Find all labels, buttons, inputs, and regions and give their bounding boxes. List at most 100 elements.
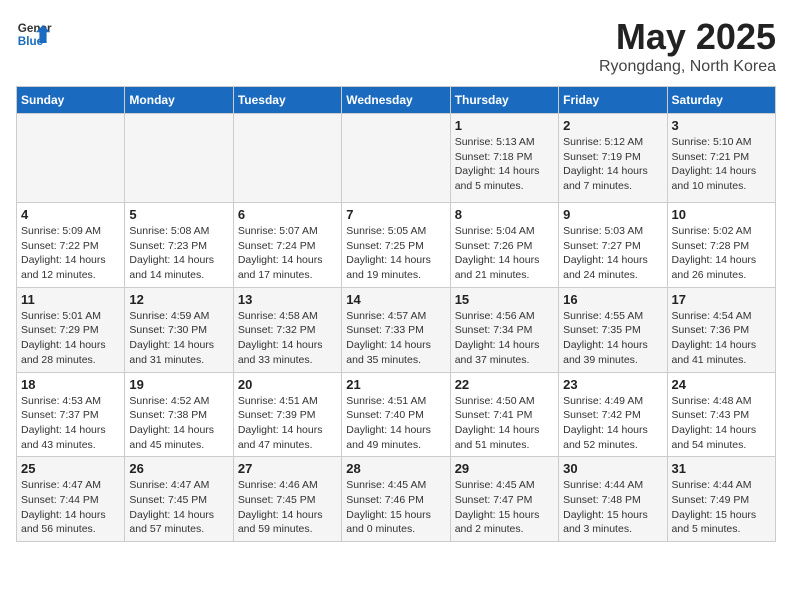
header-tuesday: Tuesday (233, 87, 341, 114)
calendar-cell: 15Sunrise: 4:56 AM Sunset: 7:34 PM Dayli… (450, 287, 558, 372)
calendar-cell: 31 Sunrise: 4:44 AM Sunset: 7:49 PM Dayli… (667, 457, 775, 542)
calendar-cell: 4Sunrise: 5:09 AM Sunset: 7:22 PM Daylig… (17, 203, 125, 288)
cell-info: Sunrise: 4:52 AM Sunset: 7:38 PM Dayligh… (129, 394, 228, 453)
calendar-cell: 25 Sunrise: 4:47 AM Sunset: 7:44 PM Dayli… (17, 457, 125, 542)
page-header: General Blue May 2025 Ryongdang, North K… (16, 16, 776, 76)
day-number: 5 (129, 207, 228, 222)
day-number: 10 (672, 207, 771, 222)
calendar-cell (342, 114, 450, 203)
day-number: 25 (21, 461, 120, 476)
day-number: 19 (129, 377, 228, 392)
cell-info: Sunrise: 4:51 AM Sunset: 7:39 PM Dayligh… (238, 394, 337, 453)
calendar-cell (233, 114, 341, 203)
calendar-cell: 11 Sunrise: 5:01 AM Sunset: 7:29 PM Dayli… (17, 287, 125, 372)
calendar-week-5: 25 Sunrise: 4:47 AM Sunset: 7:44 PM Dayli… (17, 457, 776, 542)
calendar-cell: 21 Sunrise: 4:51 AM Sunset: 7:40 PM Dayli… (342, 372, 450, 457)
day-number: 12 (129, 292, 228, 307)
day-number: 21 (346, 377, 445, 392)
calendar-cell: 22 Sunrise: 4:50 AM Sunset: 7:41 PM Dayli… (450, 372, 558, 457)
cell-info: Sunrise: 5:01 AM Sunset: 7:29 PM Dayligh… (21, 309, 120, 368)
cell-info: Sunrise: 5:13 AM Sunset: 7:18 PM Dayligh… (455, 135, 554, 194)
calendar-cell: 28 Sunrise: 4:45 AM Sunset: 7:46 PM Dayli… (342, 457, 450, 542)
cell-info: Sunrise: 5:04 AM Sunset: 7:26 PM Dayligh… (455, 224, 554, 283)
header-sunday: Sunday (17, 87, 125, 114)
day-number: 23 (563, 377, 662, 392)
cell-info: Sunrise: 4:44 AM Sunset: 7:48 PM Dayligh… (563, 478, 662, 537)
calendar-cell: 1 Sunrise: 5:13 AM Sunset: 7:18 PM Daylig… (450, 114, 558, 203)
calendar-cell: 9 Sunrise: 5:03 AM Sunset: 7:27 PM Daylig… (559, 203, 667, 288)
day-number: 13 (238, 292, 337, 307)
calendar-cell: 29 Sunrise: 4:45 AM Sunset: 7:47 PM Dayli… (450, 457, 558, 542)
header-thursday: Thursday (450, 87, 558, 114)
cell-info: Sunrise: 5:12 AM Sunset: 7:19 PM Dayligh… (563, 135, 662, 194)
cell-info: Sunrise: 4:45 AM Sunset: 7:47 PM Dayligh… (455, 478, 554, 537)
cell-info: Sunrise: 4:54 AM Sunset: 7:36 PM Dayligh… (672, 309, 771, 368)
cell-info: Sunrise: 4:57 AM Sunset: 7:33 PM Dayligh… (346, 309, 445, 368)
calendar-cell: 10Sunrise: 5:02 AM Sunset: 7:28 PM Dayli… (667, 203, 775, 288)
header-wednesday: Wednesday (342, 87, 450, 114)
day-number: 8 (455, 207, 554, 222)
day-number: 3 (672, 118, 771, 133)
cell-info: Sunrise: 4:46 AM Sunset: 7:45 PM Dayligh… (238, 478, 337, 537)
calendar-week-1: 1 Sunrise: 5:13 AM Sunset: 7:18 PM Daylig… (17, 114, 776, 203)
calendar-header-row: SundayMondayTuesdayWednesdayThursdayFrid… (17, 87, 776, 114)
calendar-cell: 17 Sunrise: 4:54 AM Sunset: 7:36 PM Dayli… (667, 287, 775, 372)
day-number: 9 (563, 207, 662, 222)
day-number: 28 (346, 461, 445, 476)
calendar-cell: 12 Sunrise: 4:59 AM Sunset: 7:30 PM Dayli… (125, 287, 233, 372)
day-number: 30 (563, 461, 662, 476)
svg-text:General: General (18, 22, 52, 35)
day-number: 2 (563, 118, 662, 133)
cell-info: Sunrise: 4:53 AM Sunset: 7:37 PM Dayligh… (21, 394, 120, 453)
cell-info: Sunrise: 5:08 AM Sunset: 7:23 PM Dayligh… (129, 224, 228, 283)
calendar-cell: 18Sunrise: 4:53 AM Sunset: 7:37 PM Dayli… (17, 372, 125, 457)
calendar-cell: 3Sunrise: 5:10 AM Sunset: 7:21 PM Daylig… (667, 114, 775, 203)
calendar-cell: 7 Sunrise: 5:05 AM Sunset: 7:25 PM Daylig… (342, 203, 450, 288)
calendar-cell: 19 Sunrise: 4:52 AM Sunset: 7:38 PM Dayli… (125, 372, 233, 457)
day-number: 7 (346, 207, 445, 222)
day-number: 14 (346, 292, 445, 307)
cell-info: Sunrise: 4:47 AM Sunset: 7:45 PM Dayligh… (129, 478, 228, 537)
subtitle: Ryongdang, North Korea (599, 58, 776, 76)
day-number: 1 (455, 118, 554, 133)
cell-info: Sunrise: 4:44 AM Sunset: 7:49 PM Dayligh… (672, 478, 771, 537)
cell-info: Sunrise: 4:55 AM Sunset: 7:35 PM Dayligh… (563, 309, 662, 368)
cell-info: Sunrise: 4:58 AM Sunset: 7:32 PM Dayligh… (238, 309, 337, 368)
calendar-cell: 20 Sunrise: 4:51 AM Sunset: 7:39 PM Dayli… (233, 372, 341, 457)
calendar-cell: 8 Sunrise: 5:04 AM Sunset: 7:26 PM Daylig… (450, 203, 558, 288)
day-number: 24 (672, 377, 771, 392)
calendar-cell (17, 114, 125, 203)
cell-info: Sunrise: 5:09 AM Sunset: 7:22 PM Dayligh… (21, 224, 120, 283)
calendar-cell: 13 Sunrise: 4:58 AM Sunset: 7:32 PM Dayli… (233, 287, 341, 372)
day-number: 6 (238, 207, 337, 222)
cell-info: Sunrise: 5:05 AM Sunset: 7:25 PM Dayligh… (346, 224, 445, 283)
day-number: 31 (672, 461, 771, 476)
calendar-cell: 6Sunrise: 5:07 AM Sunset: 7:24 PM Daylig… (233, 203, 341, 288)
cell-info: Sunrise: 4:59 AM Sunset: 7:30 PM Dayligh… (129, 309, 228, 368)
day-number: 11 (21, 292, 120, 307)
day-number: 27 (238, 461, 337, 476)
cell-info: Sunrise: 4:50 AM Sunset: 7:41 PM Dayligh… (455, 394, 554, 453)
cell-info: Sunrise: 4:56 AM Sunset: 7:34 PM Dayligh… (455, 309, 554, 368)
day-number: 29 (455, 461, 554, 476)
cell-info: Sunrise: 5:03 AM Sunset: 7:27 PM Dayligh… (563, 224, 662, 283)
calendar-week-2: 4Sunrise: 5:09 AM Sunset: 7:22 PM Daylig… (17, 203, 776, 288)
cell-info: Sunrise: 4:47 AM Sunset: 7:44 PM Dayligh… (21, 478, 120, 537)
calendar-week-4: 18Sunrise: 4:53 AM Sunset: 7:37 PM Dayli… (17, 372, 776, 457)
calendar-cell: 24 Sunrise: 4:48 AM Sunset: 7:43 PM Dayli… (667, 372, 775, 457)
calendar-cell: 5 Sunrise: 5:08 AM Sunset: 7:23 PM Daylig… (125, 203, 233, 288)
cell-info: Sunrise: 4:45 AM Sunset: 7:46 PM Dayligh… (346, 478, 445, 537)
cell-info: Sunrise: 4:48 AM Sunset: 7:43 PM Dayligh… (672, 394, 771, 453)
day-number: 22 (455, 377, 554, 392)
calendar-cell: 2 Sunrise: 5:12 AM Sunset: 7:19 PM Daylig… (559, 114, 667, 203)
cell-info: Sunrise: 4:51 AM Sunset: 7:40 PM Dayligh… (346, 394, 445, 453)
calendar-cell: 26Sunrise: 4:47 AM Sunset: 7:45 PM Dayli… (125, 457, 233, 542)
logo-icon: General Blue (16, 16, 52, 52)
calendar-table: SundayMondayTuesdayWednesdayThursdayFrid… (16, 86, 776, 542)
day-number: 17 (672, 292, 771, 307)
day-number: 20 (238, 377, 337, 392)
calendar-cell: 27 Sunrise: 4:46 AM Sunset: 7:45 PM Dayli… (233, 457, 341, 542)
calendar-week-3: 11 Sunrise: 5:01 AM Sunset: 7:29 PM Dayli… (17, 287, 776, 372)
cell-info: Sunrise: 4:49 AM Sunset: 7:42 PM Dayligh… (563, 394, 662, 453)
day-number: 16 (563, 292, 662, 307)
